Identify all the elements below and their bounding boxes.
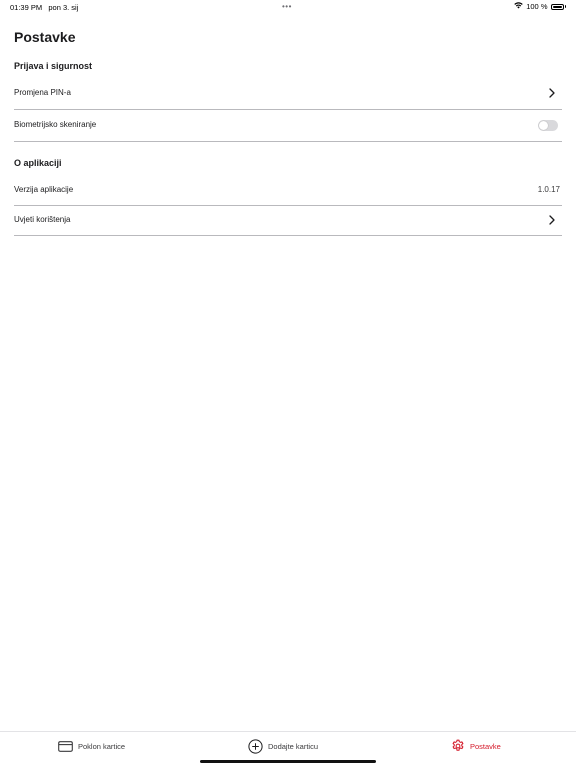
tab-label: Dodajte karticu bbox=[268, 741, 319, 751]
battery-percent: 100 % bbox=[526, 2, 548, 11]
page-title: Postavke bbox=[14, 29, 76, 45]
status-indicators: 100 % bbox=[514, 2, 566, 11]
row-terms-of-use[interactable]: Uvjeti korištenja bbox=[14, 206, 562, 236]
row-label: Uvjeti korištenja bbox=[14, 215, 71, 224]
row-label: Biometrijsko skeniranje bbox=[14, 120, 97, 129]
toggle-knob bbox=[539, 121, 548, 130]
home-indicator[interactable] bbox=[200, 760, 376, 763]
section-title-about-app: O aplikaciji bbox=[14, 158, 62, 168]
row-change-pin[interactable]: Promjena PIN-a bbox=[14, 78, 562, 110]
row-biometric-scan: Biometrijsko skeniranje bbox=[14, 110, 562, 142]
wifi-icon bbox=[514, 2, 523, 11]
tab-add-card[interactable]: Dodajte karticu bbox=[248, 738, 318, 754]
multitasking-dots[interactable]: ••• bbox=[282, 2, 292, 11]
row-label: Promjena PIN-a bbox=[14, 88, 71, 97]
card-icon bbox=[58, 740, 73, 752]
status-time: 01:39 PM bbox=[10, 3, 43, 12]
tab-label: Postavke bbox=[470, 741, 501, 751]
tab-label: Poklon kartice bbox=[78, 741, 126, 751]
chevron-right-icon bbox=[549, 215, 555, 225]
tab-settings[interactable]: Postavke bbox=[451, 738, 501, 754]
status-bar: 01:39 PM pon 3. sij ••• 100 % bbox=[0, 0, 576, 16]
app-version-value: 1.0.17 bbox=[537, 185, 560, 194]
biometric-toggle[interactable] bbox=[538, 120, 558, 131]
gear-icon bbox=[452, 739, 464, 751]
plus-circle-icon bbox=[248, 738, 263, 754]
tab-gift-cards[interactable]: Poklon kartice bbox=[58, 738, 125, 754]
chevron-right-icon bbox=[549, 88, 555, 98]
section-title-login-security: Prijava i sigurnost bbox=[14, 61, 93, 71]
row-app-version: Verzija aplikacije 1.0.17 bbox=[14, 175, 562, 206]
settings-screen: 01:39 PM pon 3. sij ••• 100 % Postavke P… bbox=[0, 0, 576, 768]
row-label: Verzija aplikacije bbox=[14, 185, 74, 194]
status-date: pon 3. sij bbox=[48, 3, 79, 12]
status-time-date: 01:39 PM pon 3. sij bbox=[10, 3, 78, 12]
battery-icon bbox=[550, 3, 564, 10]
